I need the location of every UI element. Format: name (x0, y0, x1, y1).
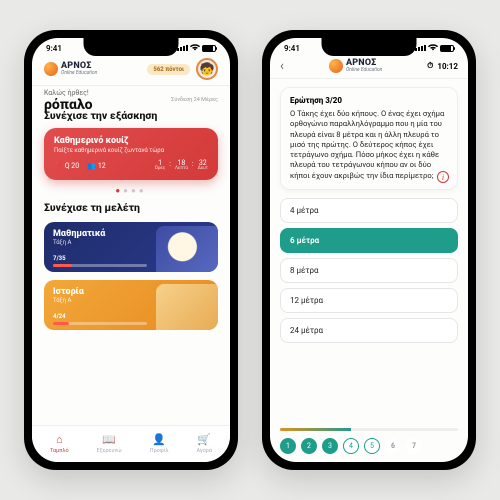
answer-option[interactable]: 6 μέτρα (280, 228, 458, 253)
signal-icon (177, 45, 188, 51)
quiz-subtitle: Παίξτε καθημερινά κουίζ ζωντανά τώρα (54, 147, 208, 154)
carousel-dots[interactable]: ●●●● (32, 184, 230, 195)
phone-quiz: 9:41 ‹ ΑΡΝΟΣ Online Education ⏱10:12 Ερώ… (262, 30, 476, 470)
screen-quiz: 9:41 ‹ ΑΡΝΟΣ Online Education ⏱10:12 Ερώ… (270, 38, 468, 462)
quiz-progress (270, 422, 468, 433)
notch (322, 38, 417, 56)
brand-mark-icon (329, 59, 343, 73)
brand-tagline: Online Education (346, 68, 382, 73)
daily-quiz-card[interactable]: Καθημερινό κουίζ Παίξτε καθημερινά κουίζ… (44, 128, 218, 180)
quiz-timer: ⏱10:12 (427, 61, 458, 71)
question-number: Ερώτηση 3/20 (290, 96, 448, 105)
app-header: ΑΡΝΟΣ Online Education 562 πόντοι 🧒 (32, 55, 230, 86)
status-indicators (415, 43, 454, 53)
question-pager: 1 2 3 4 5 6 7 (270, 433, 468, 462)
tab-home[interactable]: ⌂Ταμπλό (50, 432, 69, 454)
pager-step[interactable]: 1 (280, 438, 296, 454)
signal-icon (415, 45, 426, 51)
avatar[interactable]: 🧒 (196, 58, 218, 80)
book-icon: 📖 (102, 432, 116, 446)
answer-option[interactable]: 24 μέτρα (280, 318, 458, 343)
pager-step[interactable]: 2 (301, 438, 317, 454)
question-card: Ερώτηση 3/20 Ο Τάκης έχει δύο κήπους. Ο … (280, 87, 458, 190)
quiz-countdown: 1Ώρες: 18Λεπτά: 32Δευτ (155, 160, 208, 172)
brand-mark-icon (44, 62, 58, 76)
pager-step[interactable]: 6 (385, 438, 401, 454)
progress-bar (53, 264, 147, 267)
pager-step[interactable]: 7 (406, 438, 422, 454)
answers-list: 4 μέτρα 6 μέτρα 8 μέτρα 12 μέτρα 24 μέτρ… (270, 194, 468, 343)
tab-market[interactable]: 🛒Αγορά (196, 432, 212, 454)
question-text: Ο Τάκης έχει δύο κήπους. Ο ένας έχει σχή… (290, 109, 448, 181)
points-badge[interactable]: 562 πόντοι (147, 64, 190, 75)
welcome-greeting: Καλώς ήρθες! (44, 89, 218, 97)
brand-logo: ΑΡΝΟΣ Online Education (44, 62, 97, 76)
subject-card-history[interactable]: Ιστορία Τάξη Α 4/24 (44, 280, 218, 330)
battery-icon (440, 45, 454, 52)
quiz-question-count: ❓Q 20 (54, 162, 79, 170)
cart-icon: 🛒 (197, 432, 211, 446)
pager-step[interactable]: 4 (343, 438, 359, 454)
answer-option[interactable]: 12 μέτρα (280, 288, 458, 313)
battery-icon (202, 45, 216, 52)
answer-option[interactable]: 4 μέτρα (280, 198, 458, 223)
status-time: 9:41 (46, 44, 62, 53)
status-indicators (177, 43, 216, 53)
subject-illustration-icon (156, 226, 218, 272)
tab-profile[interactable]: 👤Προφίλ (150, 432, 169, 454)
wifi-icon (428, 43, 438, 53)
notch (84, 38, 179, 56)
clock-icon: ⏱ (427, 61, 433, 71)
progress-bar (280, 428, 458, 431)
tab-explore[interactable]: 📖Εξερευνώ (97, 432, 122, 454)
status-time: 9:41 (284, 44, 300, 53)
section-study-title: Συνέχισε τη μελέτη (32, 195, 230, 218)
subject-card-math[interactable]: Μαθηματικά Τάξη Α 7/35 (44, 222, 218, 272)
info-icon[interactable]: i (437, 171, 449, 183)
pager-step[interactable]: 3 (322, 438, 338, 454)
back-button[interactable]: ‹ (280, 58, 284, 74)
quiz-title: Καθημερινό κουίζ (54, 136, 208, 146)
section-practice-title: Συνέχισε την εξάσκηση (32, 103, 230, 126)
pager-step[interactable]: 5 (364, 438, 380, 454)
subject-illustration-icon (156, 284, 218, 330)
screen-home: 9:41 ΑΡΝΟΣ Online Education 562 πόντοι 🧒 (32, 38, 230, 462)
brand-logo: ΑΡΝΟΣ Online Education (329, 59, 382, 73)
brand-tagline: Online Education (61, 71, 97, 76)
quiz-header: ‹ ΑΡΝΟΣ Online Education ⏱10:12 (270, 55, 468, 79)
wifi-icon (190, 43, 200, 53)
user-icon: 👤 (152, 432, 166, 446)
answer-option[interactable]: 8 μέτρα (280, 258, 458, 283)
progress-bar (53, 322, 147, 325)
quiz-players: 👥12 (87, 162, 106, 170)
phone-home: 9:41 ΑΡΝΟΣ Online Education 562 πόντοι 🧒 (24, 30, 238, 470)
tab-bar: ⌂Ταμπλό 📖Εξερευνώ 👤Προφίλ 🛒Αγορά (32, 425, 230, 462)
home-icon: ⌂ (52, 432, 66, 446)
